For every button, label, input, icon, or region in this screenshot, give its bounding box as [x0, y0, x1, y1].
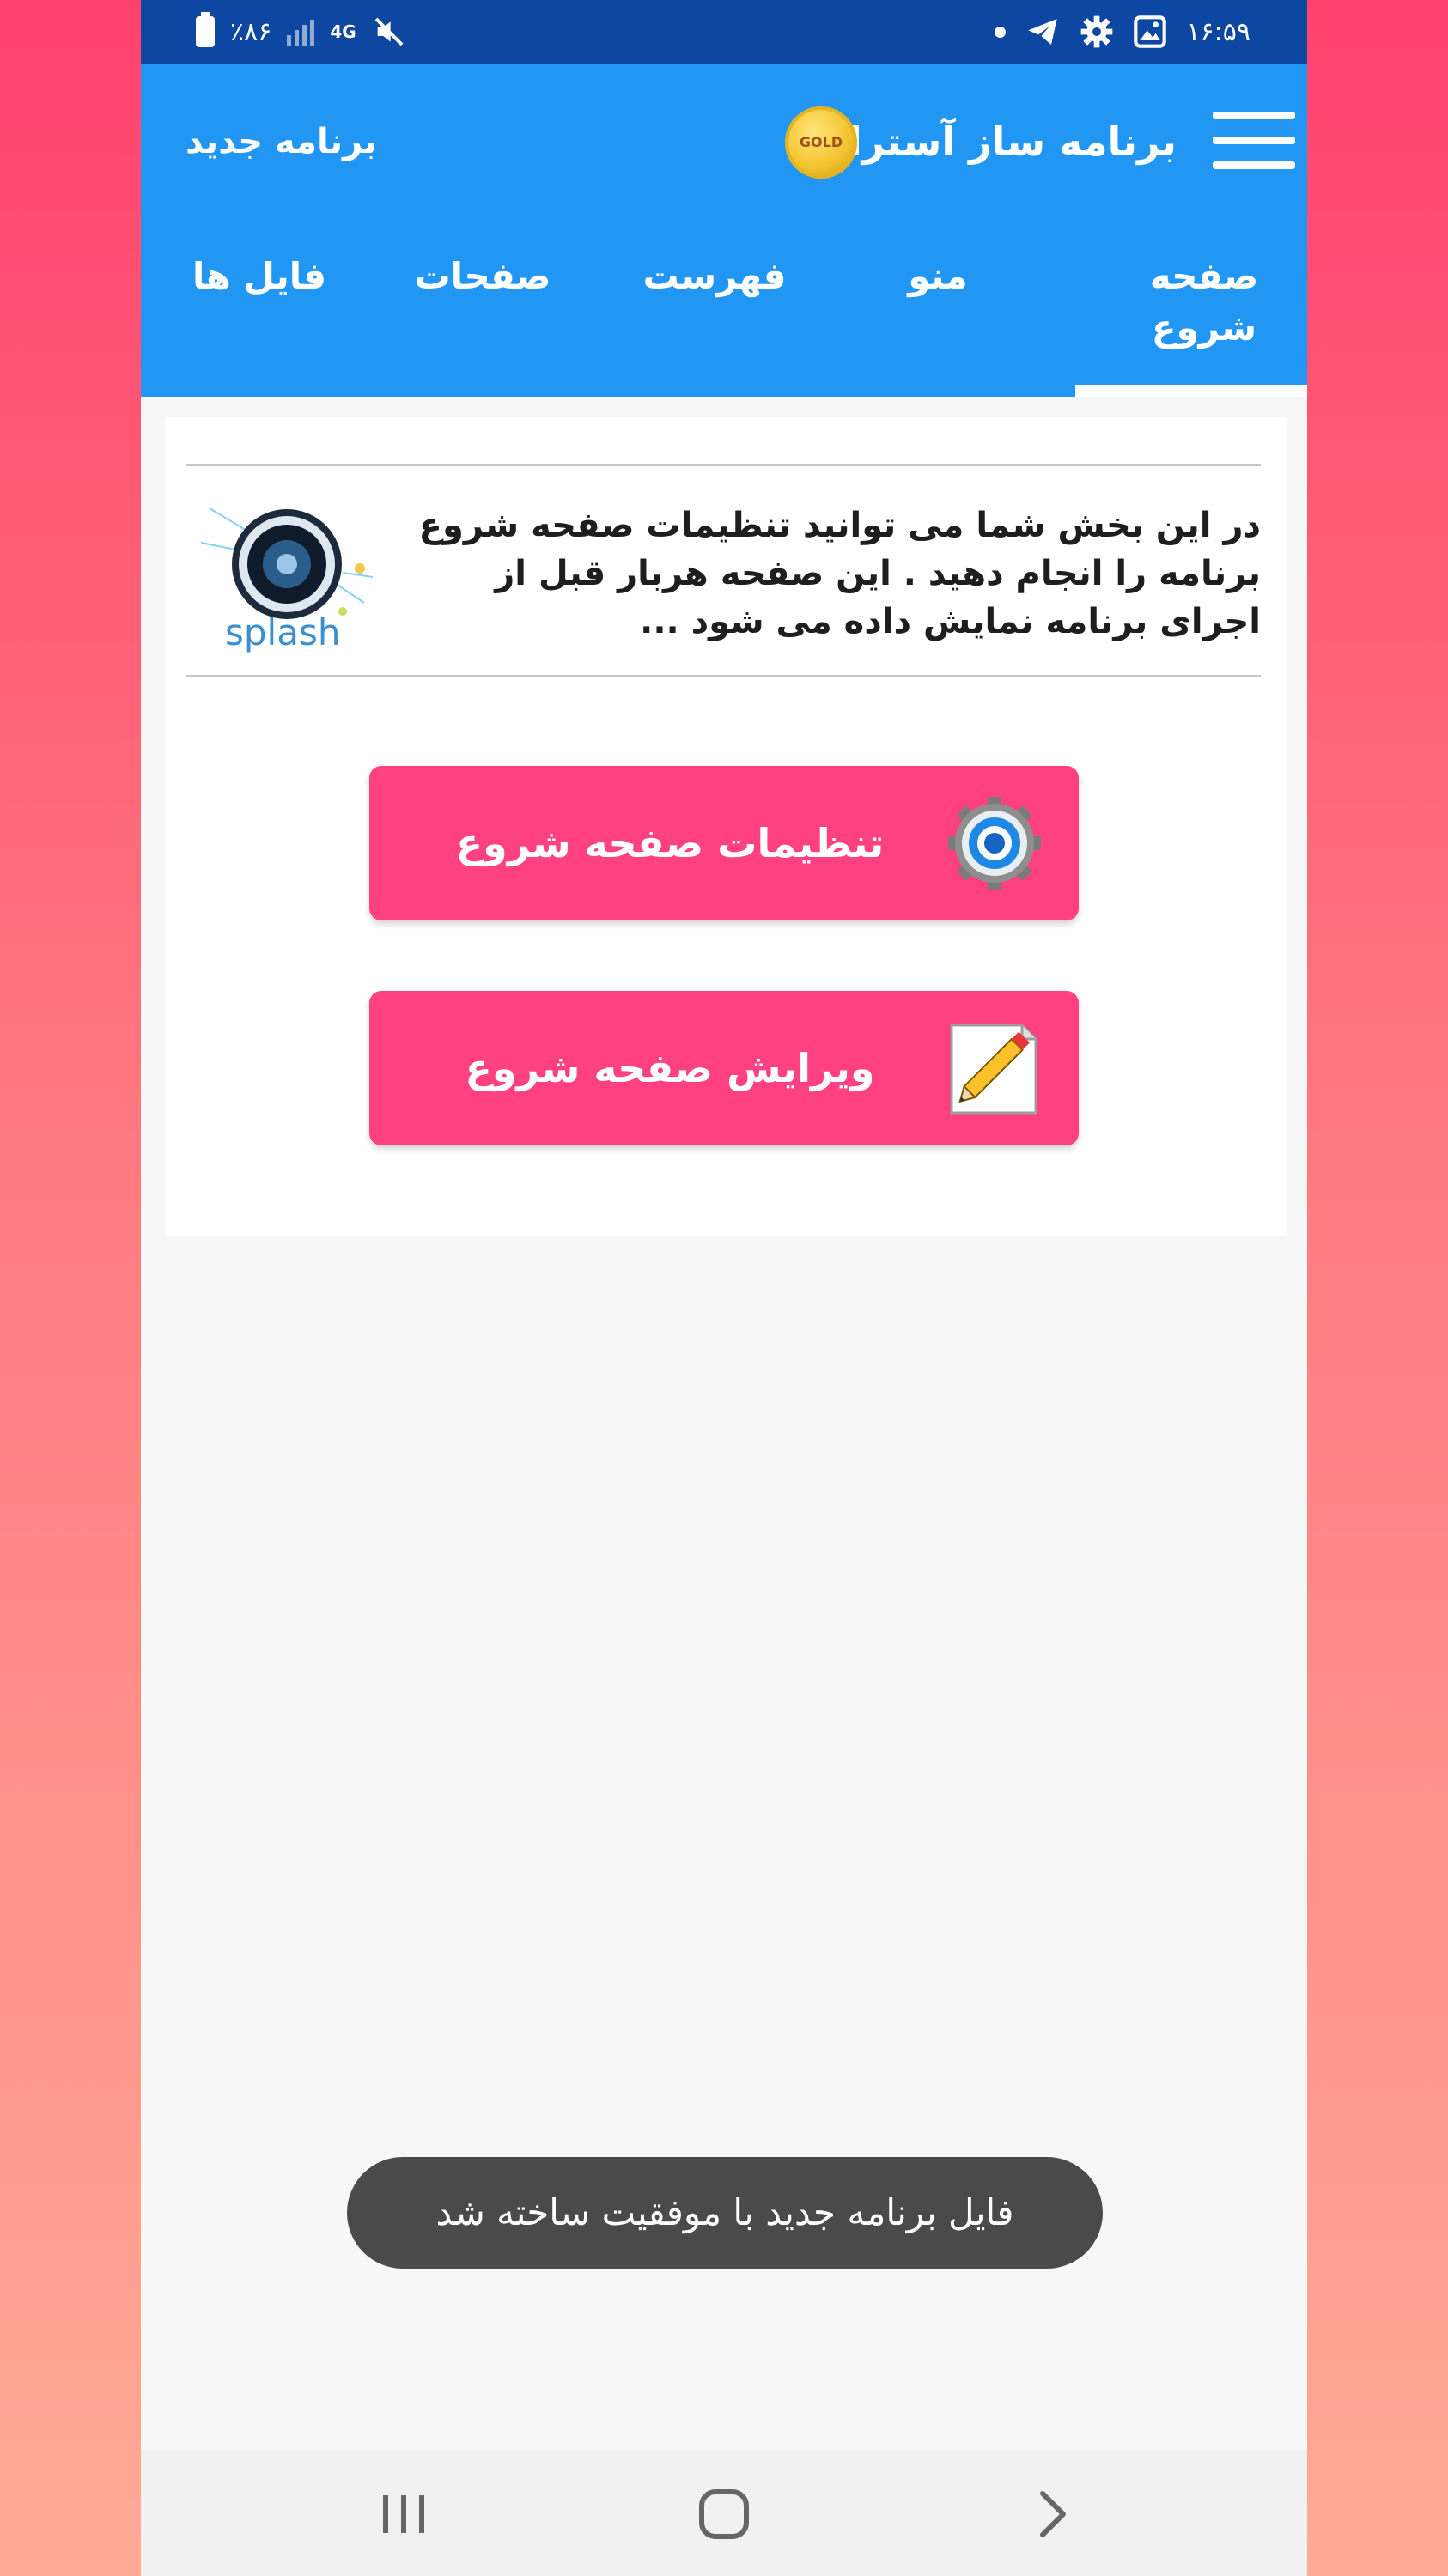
status-left: ٪۸۶ 4G — [196, 12, 406, 52]
back-icon[interactable] — [1017, 2480, 1086, 2549]
battery-percent: ٪۸۶ — [230, 16, 272, 47]
telegram-icon — [1028, 19, 1058, 45]
start-page-settings-button[interactable]: تنظیمات صفحه شروع — [369, 766, 1079, 920]
app-title: برنامه ساز آسترا — [849, 118, 1177, 165]
start-page-settings-label: تنظیمات صفحه شروع — [455, 820, 885, 866]
tab-menu[interactable]: منو — [878, 251, 998, 302]
edit-start-page-label: ویرایش صفحه شروع — [465, 1045, 875, 1091]
battery-icon — [196, 12, 215, 47]
app-bar: برنامه ساز آسترا GOLD برنامه جدید صفحه ش… — [141, 64, 1307, 397]
intro-text: در این بخش شما می توانید تنظیمات صفحه شر… — [418, 506, 1261, 641]
gear-target-icon — [948, 797, 1041, 890]
status-time: ۱۶:۵۹ — [1186, 16, 1250, 47]
tab-files[interactable]: فایل ها — [182, 251, 337, 302]
notification-dot-icon — [995, 26, 1007, 38]
home-icon[interactable] — [690, 2480, 758, 2549]
status-right: ۱۶:۵۹ — [995, 12, 1250, 52]
system-nav-bar — [141, 2449, 1307, 2576]
tab-list[interactable]: فهرست — [637, 251, 792, 302]
new-program-button[interactable]: برنامه جدید — [186, 113, 377, 170]
menu-icon[interactable] — [1213, 112, 1295, 170]
divider-bottom — [186, 675, 1261, 677]
network-4g-icon: 4G — [330, 21, 356, 42]
splash-label: splash — [225, 611, 341, 653]
edit-start-page-button[interactable]: ویرایش صفحه شروع — [369, 991, 1079, 1145]
recent-apps-icon[interactable] — [369, 2480, 438, 2549]
signal-icon — [287, 18, 315, 46]
status-bar: ٪۸۶ 4G ۱۶:۵۹ — [141, 0, 1307, 64]
gallery-icon — [1134, 15, 1167, 48]
splash-image: splash — [192, 483, 399, 663]
toast-message: فایل برنامه جدید با موفقیت ساخته شد — [347, 2157, 1103, 2269]
mute-icon — [374, 17, 404, 46]
divider-top — [186, 464, 1261, 466]
settings-icon — [1081, 15, 1113, 48]
tab-pages[interactable]: صفحات — [405, 251, 560, 302]
tab-indicator — [1075, 385, 1307, 397]
pencil-paper-icon — [950, 1024, 1037, 1115]
gold-badge-icon: GOLD — [785, 106, 857, 179]
phone-screen: ٪۸۶ 4G ۱۶:۵۹ برنامه ساز آسترا GOLD برنام… — [141, 0, 1307, 2576]
tab-start-page[interactable]: صفحه شروع — [1135, 251, 1273, 354]
